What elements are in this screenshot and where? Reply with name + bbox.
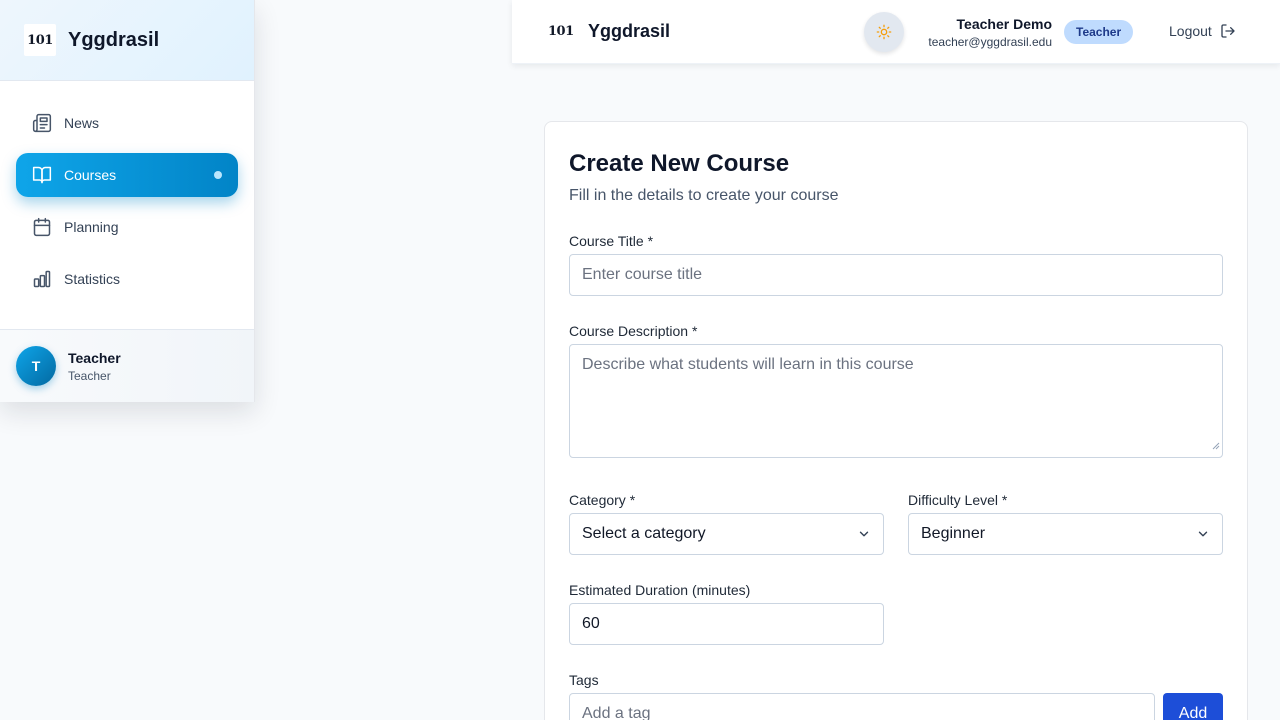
avatar: T xyxy=(16,346,56,386)
logout-label: Logout xyxy=(1169,23,1212,39)
course-title-label: Course Title * xyxy=(569,233,654,249)
course-description-textarea[interactable]: Describe what students will learn in thi… xyxy=(569,344,1223,458)
bar-chart-icon xyxy=(32,269,52,289)
role-badge: Teacher xyxy=(1064,20,1134,44)
calendar-icon xyxy=(32,217,52,237)
theme-toggle-button[interactable] xyxy=(864,12,904,52)
sidebar-item-label: Statistics xyxy=(64,271,121,287)
logout-button[interactable]: Logout xyxy=(1169,23,1236,39)
sidebar-item-planning[interactable]: Planning xyxy=(16,205,238,249)
tag-input[interactable]: Add a tag xyxy=(569,693,1155,720)
difficulty-label: Difficulty Level * xyxy=(908,492,1008,508)
course-description-label: Course Description * xyxy=(569,323,698,339)
topbar-user-info: Teacher Demo teacher@yggdrasil.edu xyxy=(928,16,1052,49)
chevron-down-icon xyxy=(857,527,871,546)
app-logo[interactable]: 101 xyxy=(24,24,56,56)
sidebar-item-courses[interactable]: Courses xyxy=(16,153,238,197)
sidebar-item-label: News xyxy=(64,115,100,131)
page-title: Create New Course xyxy=(569,150,790,177)
sidebar-item-label: Courses xyxy=(64,167,117,183)
sun-icon xyxy=(876,24,892,40)
category-value: Select a category xyxy=(582,525,706,542)
app-name: Yggdrasil xyxy=(68,28,160,51)
active-indicator-dot xyxy=(214,171,222,179)
sidebar-user-name: Teacher xyxy=(68,349,121,366)
difficulty-select[interactable]: Beginner xyxy=(908,513,1223,555)
sidebar-user-card[interactable]: T Teacher Teacher xyxy=(0,329,254,402)
page-subtitle: Fill in the details to create your cours… xyxy=(569,187,839,204)
chevron-down-icon xyxy=(1196,527,1210,546)
resize-handle-icon[interactable] xyxy=(1212,437,1220,455)
create-course-card: Create New Course Fill in the details to… xyxy=(544,121,1248,720)
sidebar-user-meta: Teacher Teacher xyxy=(68,350,121,383)
tags-label: Tags xyxy=(569,672,599,688)
sidebar-item-statistics[interactable]: Statistics xyxy=(16,257,238,301)
sidebar-header: 101 Yggdrasil xyxy=(0,0,254,81)
duration-label: Estimated Duration (minutes) xyxy=(569,582,751,598)
topbar-user-name: Teacher Demo xyxy=(956,16,1052,32)
topbar-user-email: teacher@yggdrasil.edu xyxy=(928,35,1052,49)
sidebar-user-role: Teacher xyxy=(68,368,111,383)
book-open-icon xyxy=(32,165,52,185)
duration-input[interactable]: 60 xyxy=(569,603,884,645)
sidebar-item-news[interactable]: News xyxy=(16,101,238,145)
top-bar: 101 Yggdrasil Teacher Demo teacher@yggdr… xyxy=(512,0,1280,64)
duration-value: 60 xyxy=(582,615,600,632)
sidebar: 101 Yggdrasil News Courses Planning Stat… xyxy=(0,0,255,402)
course-title-placeholder: Enter course title xyxy=(582,266,703,283)
sidebar-nav: News Courses Planning Statistics xyxy=(0,81,254,301)
difficulty-value: Beginner xyxy=(921,525,986,542)
course-description-placeholder: Describe what students will learn in thi… xyxy=(582,356,914,373)
newspaper-icon xyxy=(32,113,52,133)
course-title-input[interactable]: Enter course title xyxy=(569,254,1223,296)
category-label: Category * xyxy=(569,492,636,508)
logout-icon xyxy=(1212,23,1236,39)
topbar-logo[interactable]: 101 xyxy=(548,24,574,39)
sidebar-item-label: Planning xyxy=(64,219,119,235)
category-select[interactable]: Select a category xyxy=(569,513,884,555)
topbar-app-name: Yggdrasil xyxy=(588,21,671,41)
tag-input-placeholder: Add a tag xyxy=(582,705,651,720)
add-tag-button[interactable]: Add xyxy=(1163,693,1223,720)
